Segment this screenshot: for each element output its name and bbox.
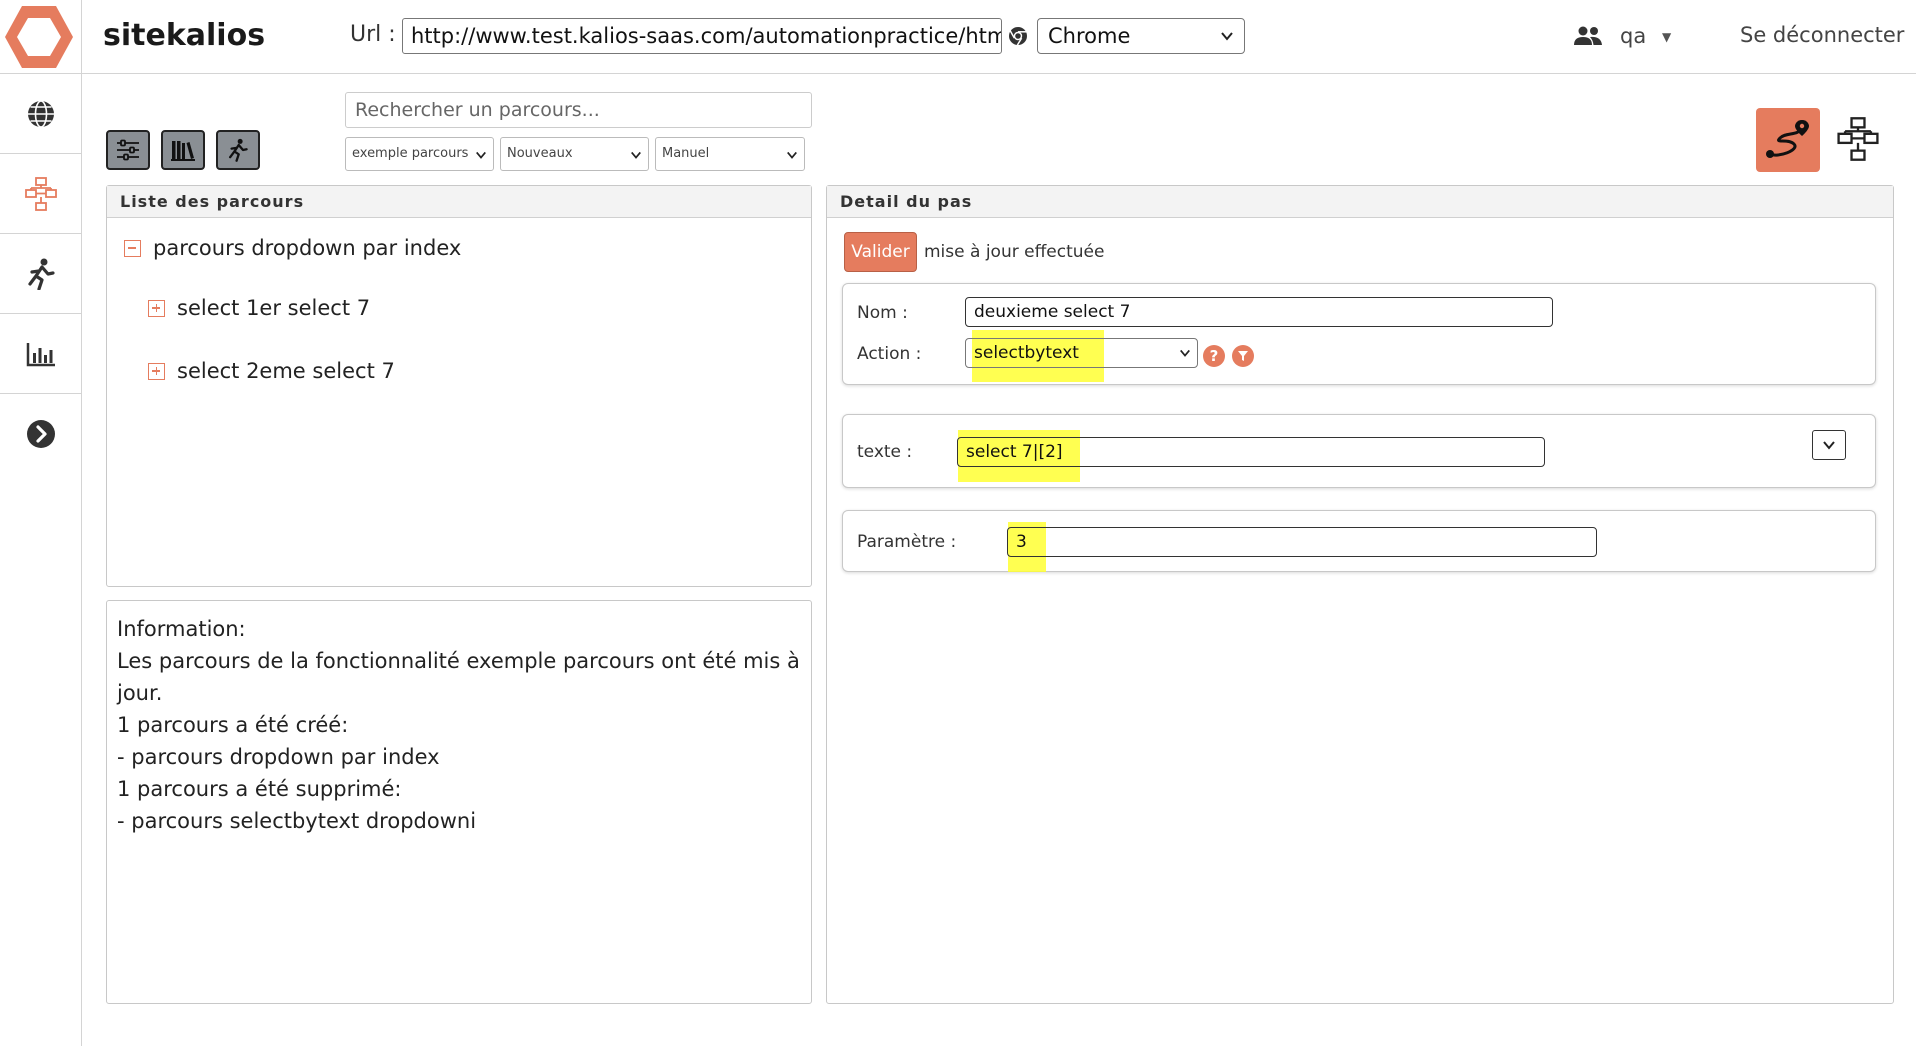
chevron-down-icon: [1823, 441, 1835, 450]
browser-select[interactable]: Chrome: [1037, 18, 1245, 54]
tree-child-label: select 2eme select 7: [177, 359, 395, 383]
mode-filter-select[interactable]: Manuel: [655, 137, 805, 171]
panel-title: Detail du pas: [827, 186, 1893, 218]
flowchart-icon: [25, 176, 57, 211]
route-view-button[interactable]: [1756, 108, 1820, 172]
url-input[interactable]: http://www.test.kalios-saas.com/automati…: [402, 18, 1002, 54]
chrome-icon: [1009, 27, 1027, 46]
info-line: - parcours selectbytext dropdowni: [117, 809, 477, 833]
texte-label: texte :: [857, 442, 913, 462]
help-icon[interactable]: ?: [1203, 345, 1225, 367]
expand-icon[interactable]: [148, 299, 165, 317]
logo-icon: [5, 6, 73, 68]
status-filter-value: Nouveaux: [507, 146, 573, 161]
run-button[interactable]: [216, 130, 260, 170]
info-line: Les parcours de la fonctionnalité exempl…: [117, 649, 800, 705]
chevron-down-icon: [1221, 32, 1233, 41]
caret-down-icon[interactable]: ▼: [1662, 30, 1671, 44]
library-button[interactable]: [161, 130, 205, 170]
sidebar-item-web[interactable]: [0, 74, 82, 154]
sidebar-item-stats[interactable]: [0, 314, 82, 394]
info-line: 1 parcours a été supprimé:: [117, 777, 402, 801]
parametre-input[interactable]: 3: [1007, 527, 1597, 557]
users-icon: [1574, 26, 1602, 45]
expand-icon[interactable]: [148, 362, 165, 380]
panel-title: Liste des parcours: [107, 186, 811, 218]
nom-input[interactable]: deuxieme select 7: [965, 297, 1553, 327]
library-icon: [171, 141, 195, 161]
tree-child-label: select 1er select 7: [177, 296, 371, 320]
sidebar-item-execution[interactable]: [0, 234, 82, 314]
nom-label: Nom :: [857, 303, 908, 323]
collapse-icon[interactable]: [124, 239, 141, 257]
mode-filter-value: Manuel: [662, 146, 710, 161]
chevron-down-icon: [787, 151, 797, 159]
parametre-label: Paramètre :: [857, 532, 957, 552]
tree-child[interactable]: select 2eme select 7: [148, 359, 395, 383]
funnel-icon: [1238, 351, 1248, 361]
globe-icon: [28, 99, 54, 128]
app-header: sitekalios Url : http://www.test.kalios-…: [0, 0, 1916, 74]
sliders-icon: [117, 139, 139, 161]
route-icon: [1766, 120, 1809, 158]
search-input[interactable]: Rechercher un parcours...: [345, 92, 812, 128]
sidebar-expand[interactable]: [0, 394, 82, 474]
tree-child[interactable]: select 1er select 7: [148, 296, 370, 320]
status-filter-select[interactable]: Nouveaux: [500, 137, 649, 171]
expand-target-button[interactable]: [1812, 430, 1846, 460]
feature-filter-value: exemple parcours: [352, 146, 469, 161]
user-menu[interactable]: qa: [1620, 24, 1646, 48]
info-line: 1 parcours a été créé:: [117, 713, 349, 737]
information-box: Information: Les parcours de la fonction…: [106, 600, 812, 1004]
filter-icon[interactable]: [1232, 345, 1254, 367]
status-message: mise à jour effectuée: [924, 242, 1105, 262]
info-line: - parcours dropdown par index: [117, 745, 440, 769]
runner-icon: [229, 138, 248, 162]
logout-link[interactable]: Se déconnecter: [1740, 23, 1904, 47]
logo[interactable]: [0, 0, 82, 74]
tree-root-label: parcours dropdown par index: [153, 236, 462, 260]
settings-button[interactable]: [106, 130, 150, 170]
flowchart-icon: [1837, 117, 1879, 161]
sidebar-item-parcours[interactable]: [0, 154, 82, 234]
sidebar: [0, 74, 82, 1046]
flowchart-view-button[interactable]: [1836, 114, 1880, 168]
runner-icon: [28, 258, 55, 290]
chart-icon: [26, 342, 55, 366]
action-select-value: selectbytext: [974, 343, 1079, 363]
chevron-right-circle-icon: [27, 420, 55, 448]
action-label: Action :: [857, 344, 922, 364]
tree-root[interactable]: parcours dropdown par index: [124, 236, 461, 260]
info-line: Information:: [117, 617, 246, 641]
browser-select-value: Chrome: [1048, 24, 1131, 48]
validate-button[interactable]: Valider: [844, 232, 917, 272]
feature-filter-select[interactable]: exemple parcours: [345, 137, 494, 171]
texte-input[interactable]: select 7|[2]: [957, 437, 1545, 467]
url-label: Url :: [350, 22, 396, 47]
chevron-down-icon: [476, 151, 486, 159]
chevron-down-icon: [1180, 349, 1190, 357]
app-title: sitekalios: [103, 18, 266, 53]
chevron-down-icon: [631, 151, 641, 159]
action-select[interactable]: selectbytext: [965, 338, 1198, 368]
